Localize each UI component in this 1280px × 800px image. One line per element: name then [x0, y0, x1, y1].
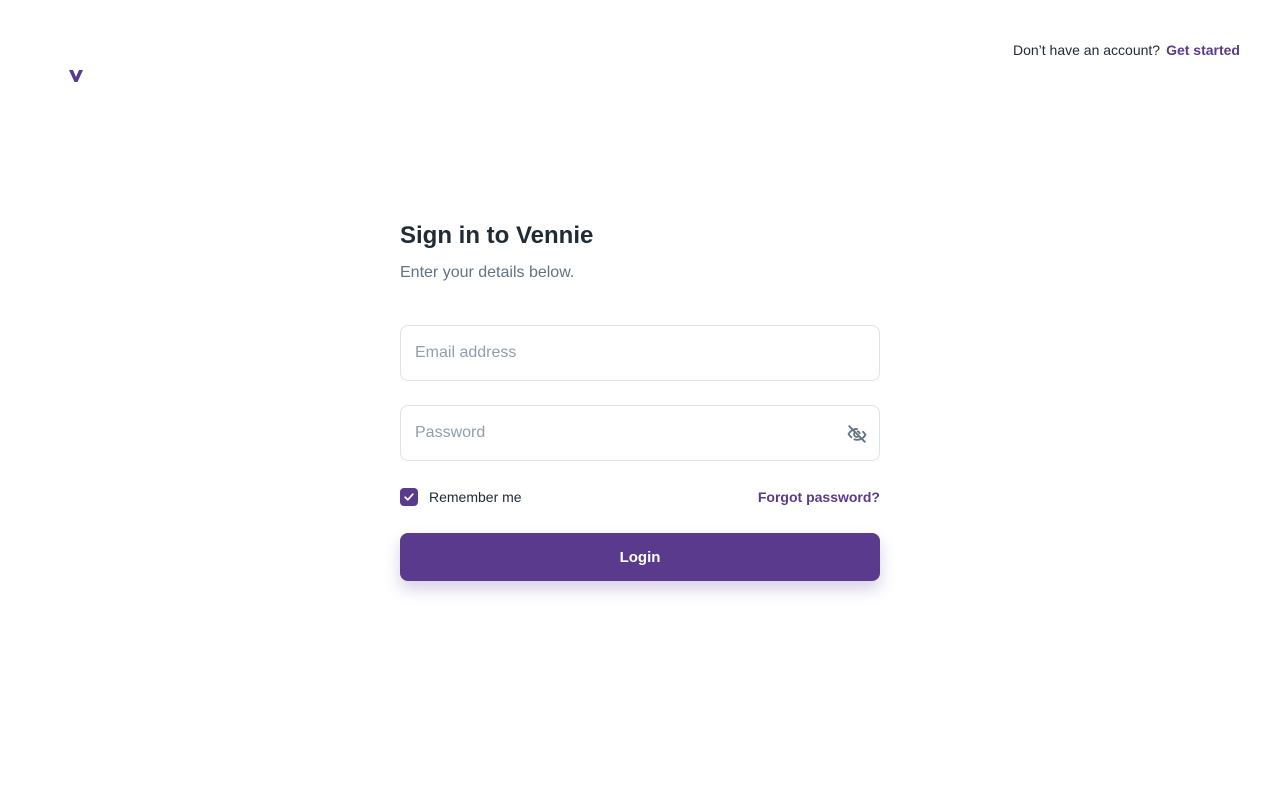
login-form: Sign in to Vennie Enter your details bel… — [400, 218, 880, 581]
remember-me-toggle[interactable]: Remember me — [400, 488, 522, 506]
signup-prompt: Don’t have an account? Get started — [1013, 42, 1240, 58]
password-field-container — [400, 405, 880, 461]
email-field-container — [400, 325, 880, 381]
remember-me-label: Remember me — [429, 489, 522, 505]
page-subtitle: Enter your details below. — [400, 264, 575, 281]
form-options-row: Remember me Forgot password? — [400, 487, 880, 507]
remember-me-checkbox[interactable] — [400, 488, 418, 506]
password-field[interactable] — [401, 406, 879, 460]
vennie-logo-icon[interactable] — [67, 68, 85, 84]
email-field[interactable] — [401, 326, 879, 380]
page-title: Sign in to Vennie — [400, 222, 594, 249]
get-started-link[interactable]: Get started — [1166, 42, 1240, 58]
eye-off-icon[interactable] — [845, 422, 869, 446]
signup-prompt-text: Don’t have an account? — [1012, 42, 1161, 58]
login-button[interactable]: Login — [400, 533, 880, 581]
check-icon — [404, 493, 414, 501]
forgot-password-link[interactable]: Forgot password? — [758, 489, 880, 505]
login-page: Don’t have an account? Get started Sign … — [0, 0, 1280, 800]
